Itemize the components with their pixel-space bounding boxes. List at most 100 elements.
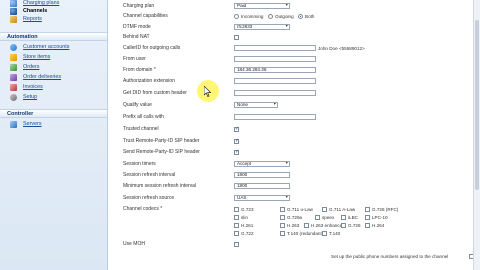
trust-remote-party-label: Trust Remote-Party-ID SIP header — [123, 138, 200, 144]
codec-g729a-label: G.729a — [287, 215, 303, 220]
sidebar-item-reports[interactable]: Reports — [10, 16, 105, 24]
trust-remote-party-checkbox[interactable] — [234, 138, 239, 144]
sidebar-item-channels[interactable]: Channels — [10, 8, 105, 16]
session-refresh-interval-input[interactable]: 1800 — [234, 172, 290, 178]
channel-codecs-label: Channel codecs * — [123, 206, 163, 212]
capability-outgoing-label: Outgoing — [275, 14, 294, 19]
codec-h263-enhanced-label: H.263 enhanced — [311, 223, 345, 228]
store-items-icon — [10, 54, 17, 61]
codec-g726-label: G.726 — [348, 223, 361, 228]
dtmf-mode-label: DTMF mode — [123, 24, 151, 30]
charging-plan-select[interactable]: Paid — [234, 3, 290, 9]
mouse-pointer-icon — [204, 86, 212, 97]
min-session-refresh-input[interactable]: 1800 — [234, 183, 290, 189]
qualify-value-label: Qualify value — [123, 102, 152, 108]
qualify-value-select[interactable]: None — [234, 102, 278, 108]
send-remote-party-label: Send Remote-Party-ID SIP header — [123, 149, 200, 155]
capability-incoming-radio[interactable] — [234, 14, 239, 19]
sidebar-section-automation[interactable]: Automation — [0, 32, 107, 41]
vertical-scrollbar[interactable] — [473, 0, 480, 270]
codec-ilbc-label: iLBC — [348, 215, 358, 220]
authorization-extension-label: Authorization extension — [123, 78, 175, 84]
sidebar-item-setup[interactable]: Setup — [10, 94, 105, 102]
session-refresh-source-select[interactable]: UAS — [234, 195, 290, 201]
sidebar-item-orders[interactable]: Orders — [10, 64, 105, 72]
caller-id-label: CallerID for outgoing calls — [123, 45, 181, 51]
customer-accounts-icon — [10, 44, 17, 51]
sidebar-section-controller[interactable]: Controller — [0, 109, 107, 118]
min-session-refresh-label: Minimum session refresh interval — [123, 183, 197, 189]
reports-icon — [10, 16, 17, 23]
session-refresh-source-label: Session refresh source — [123, 195, 175, 201]
codec-lpc10-checkbox[interactable] — [365, 215, 370, 220]
get-did-label: Get DID from custom header — [123, 90, 187, 96]
codec-g729a-checkbox[interactable] — [280, 215, 285, 220]
codec-g726rfc-checkbox[interactable] — [365, 207, 370, 212]
sidebar-item-order-deliveries[interactable]: Order deliveries — [10, 74, 105, 82]
from-user-input[interactable] — [234, 56, 316, 62]
codec-g711-ulaw-checkbox[interactable] — [280, 207, 285, 212]
capability-outgoing-radio[interactable] — [268, 14, 273, 19]
from-domain-input[interactable]: 184.36.284.36 — [234, 67, 316, 73]
send-remote-party-checkbox[interactable] — [234, 149, 239, 155]
setup-public-phone-label: Set up the public phone numbers assigned… — [331, 254, 449, 259]
scrollbar-thumb[interactable] — [475, 20, 479, 190]
get-did-input[interactable] — [234, 90, 316, 96]
codec-h263-checkbox[interactable] — [280, 223, 285, 228]
trusted-channel-checkbox[interactable] — [234, 126, 239, 132]
channels-icon — [10, 8, 17, 15]
codec-t140-label: T.140 — [329, 231, 341, 236]
from-user-label: From user — [123, 56, 146, 62]
sidebar-item-customer-accounts[interactable]: Customer accounts — [10, 44, 105, 52]
codec-g726-checkbox[interactable] — [341, 223, 346, 228]
codec-g722-checkbox[interactable] — [234, 231, 239, 236]
use-moh-label: Use MOH — [123, 241, 145, 247]
authorization-extension-input[interactable] — [234, 78, 316, 84]
codec-t140-redundant-label: T.140 (redundant) — [287, 231, 324, 236]
codec-h263-enhanced-checkbox[interactable] — [304, 223, 309, 228]
trusted-channel-label: Trusted channel — [123, 126, 159, 132]
capability-both-label: Both — [305, 14, 315, 19]
behind-nat-checkbox[interactable] — [234, 35, 239, 40]
codec-h261-label: H.261 — [241, 223, 254, 228]
sidebar: Charging plans Channels Reports Automati… — [0, 0, 108, 270]
codec-g711-alaw-checkbox[interactable] — [322, 207, 327, 212]
order-deliveries-icon — [10, 74, 17, 81]
codec-h264-checkbox[interactable] — [365, 223, 370, 228]
sidebar-item-charging-plans[interactable]: Charging plans — [10, 0, 105, 8]
codec-g711-alaw-label: G.711 A-Law — [329, 207, 356, 212]
codec-speex-label: speex — [322, 215, 335, 220]
prefix-all-calls-input[interactable] — [234, 114, 316, 120]
prefix-all-calls-label: Prefix all calls with — [123, 114, 164, 120]
sidebar-item-invoices[interactable]: Invoices — [10, 84, 105, 92]
session-timers-label: Session timers — [123, 161, 156, 167]
codec-h264-label: H.264 — [372, 223, 385, 228]
codec-t140-redundant-checkbox[interactable] — [280, 231, 285, 236]
codec-h261-checkbox[interactable] — [234, 223, 239, 228]
behind-nat-label: Behind NAT — [123, 34, 150, 40]
codec-lpc10-label: LPC-10 — [372, 215, 388, 220]
session-timers-select[interactable]: Accept — [234, 161, 290, 167]
use-moh-checkbox[interactable] — [234, 242, 239, 247]
invoices-icon — [10, 84, 17, 91]
codec-t140-checkbox[interactable] — [322, 231, 327, 236]
caller-id-name-input[interactable] — [234, 45, 316, 51]
charging-plans-icon — [10, 0, 17, 7]
sidebar-item-store-items[interactable]: Store items — [10, 54, 105, 62]
codec-g723-label: G.723 — [241, 207, 254, 212]
mouse-cursor-highlight — [197, 80, 219, 102]
session-refresh-interval-label: Session refresh interval — [123, 172, 176, 178]
codec-g711-ulaw-label: G.711 u-Law — [287, 207, 313, 212]
from-domain-label: From domain * — [123, 67, 156, 73]
codec-speex-checkbox[interactable] — [315, 215, 320, 220]
sidebar-item-servers[interactable]: Servers — [10, 121, 105, 129]
codec-g723-checkbox[interactable] — [234, 207, 239, 212]
channel-form: Charging plan Paid Channel capabilities … — [108, 0, 480, 270]
dtmf-mode-select[interactable]: rfc2833 — [234, 24, 290, 30]
orders-icon — [10, 64, 17, 71]
codec-ilbc-checkbox[interactable] — [341, 215, 346, 220]
channel-capabilities-label: Channel capabilities — [123, 13, 168, 19]
servers-icon — [10, 121, 17, 128]
capability-both-radio[interactable] — [298, 14, 303, 19]
codec-slin-checkbox[interactable] — [234, 215, 239, 220]
